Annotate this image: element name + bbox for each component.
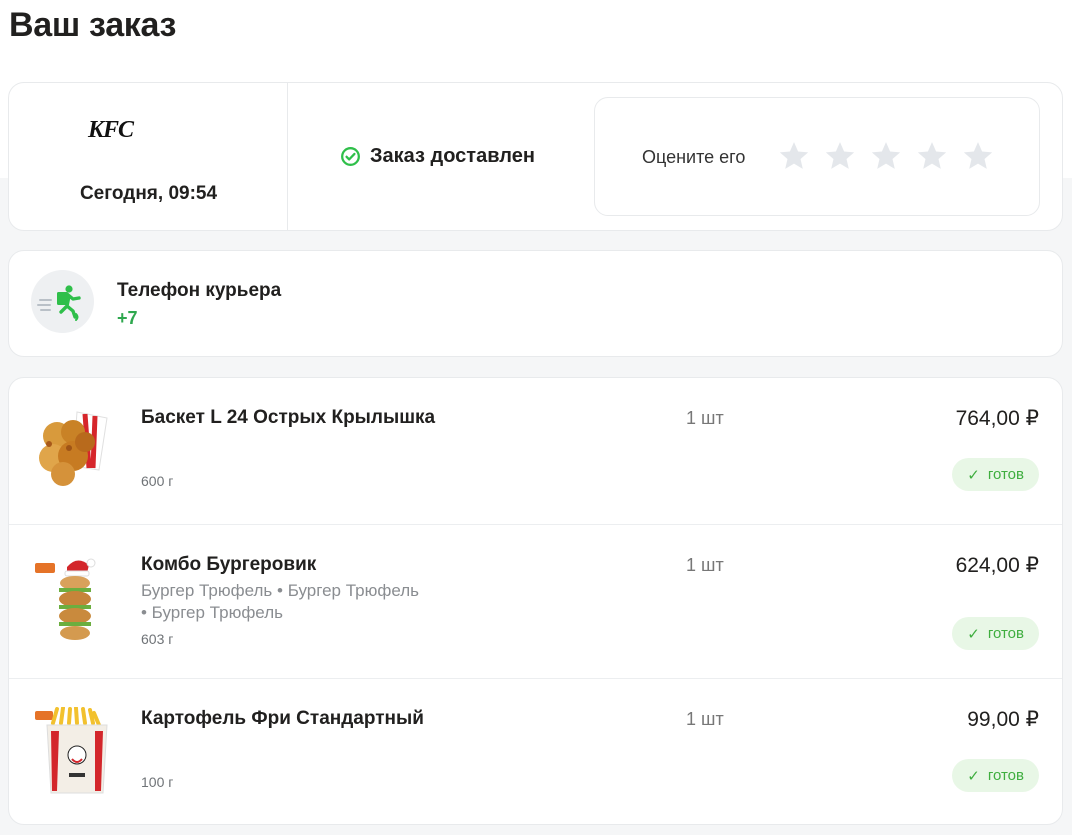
- list-item: Комбо Бургеровик Бургер Трюфель • Бургер…: [9, 524, 1062, 678]
- item-weight: 603 г: [141, 631, 174, 647]
- order-time: Сегодня, 09:54: [79, 183, 218, 204]
- item-price: 99,00 ₽: [967, 708, 1039, 731]
- check-icon: ✓: [967, 466, 980, 484]
- page-title: Ваш заказ: [9, 6, 177, 44]
- star-icon[interactable]: [777, 139, 811, 173]
- check-icon: ✓: [967, 767, 980, 785]
- restaurant-logo: KFC: [88, 117, 134, 143]
- courier-phone-label: Телефон курьера: [117, 280, 282, 301]
- order-items-card: Баскет L 24 Острых Крылышка 600 г 1 шт 7…: [8, 377, 1063, 825]
- item-image-chicken-bucket: [39, 411, 108, 486]
- star-icon[interactable]: [869, 139, 903, 173]
- status-badge-label: готов: [987, 625, 1024, 642]
- list-item: Баскет L 24 Острых Крылышка 600 г 1 шт 7…: [9, 378, 1062, 524]
- order-status: Заказ доставлен: [340, 145, 535, 168]
- item-image-burger-combo: [35, 558, 96, 640]
- rating-box: Оцените его: [594, 97, 1040, 216]
- item-quantity: 1 шт: [686, 709, 724, 729]
- status-badge: ✓ готов: [952, 759, 1039, 792]
- item-weight: 100 г: [141, 774, 174, 790]
- order-summary-card: KFC Сегодня, 09:54 Заказ доставлен Оцени…: [8, 82, 1063, 231]
- item-weight: 600 г: [141, 473, 174, 489]
- item-image-fries: [35, 707, 108, 794]
- item-name: Баскет L 24 Острых Крылышка: [141, 407, 436, 428]
- restaurant-block[interactable]: KFC Сегодня, 09:54: [9, 83, 288, 230]
- item-options-line-1: Бургер Трюфель • Бургер Трюфель: [141, 581, 419, 600]
- rating-label: Оцените его: [642, 147, 746, 167]
- item-options-line-2: • Бургер Трюфель: [141, 603, 283, 622]
- courier-phone-link[interactable]: +7: [117, 308, 138, 329]
- check-circle-icon: [341, 147, 360, 166]
- status-badge-label: готов: [987, 466, 1024, 483]
- status-badge: ✓ готов: [952, 458, 1039, 491]
- courier-running-icon: [31, 270, 94, 333]
- status-badge: ✓ готов: [952, 617, 1039, 650]
- rating-stars[interactable]: [777, 139, 995, 173]
- star-icon[interactable]: [915, 139, 949, 173]
- star-icon[interactable]: [961, 139, 995, 173]
- courier-card: Телефон курьера +7: [8, 250, 1063, 357]
- item-price: 764,00 ₽: [955, 407, 1039, 430]
- item-name: Картофель Фри Стандартный: [141, 708, 424, 729]
- item-quantity: 1 шт: [686, 555, 724, 575]
- check-icon: ✓: [967, 625, 980, 643]
- list-item: Картофель Фри Стандартный 100 г 1 шт 99,…: [9, 678, 1062, 824]
- status-badge-label: готов: [987, 767, 1024, 784]
- order-status-text: Заказ доставлен: [370, 145, 535, 167]
- item-quantity: 1 шт: [686, 408, 724, 428]
- item-name: Комбо Бургеровик: [141, 554, 317, 575]
- star-icon[interactable]: [823, 139, 857, 173]
- item-price: 624,00 ₽: [955, 554, 1039, 577]
